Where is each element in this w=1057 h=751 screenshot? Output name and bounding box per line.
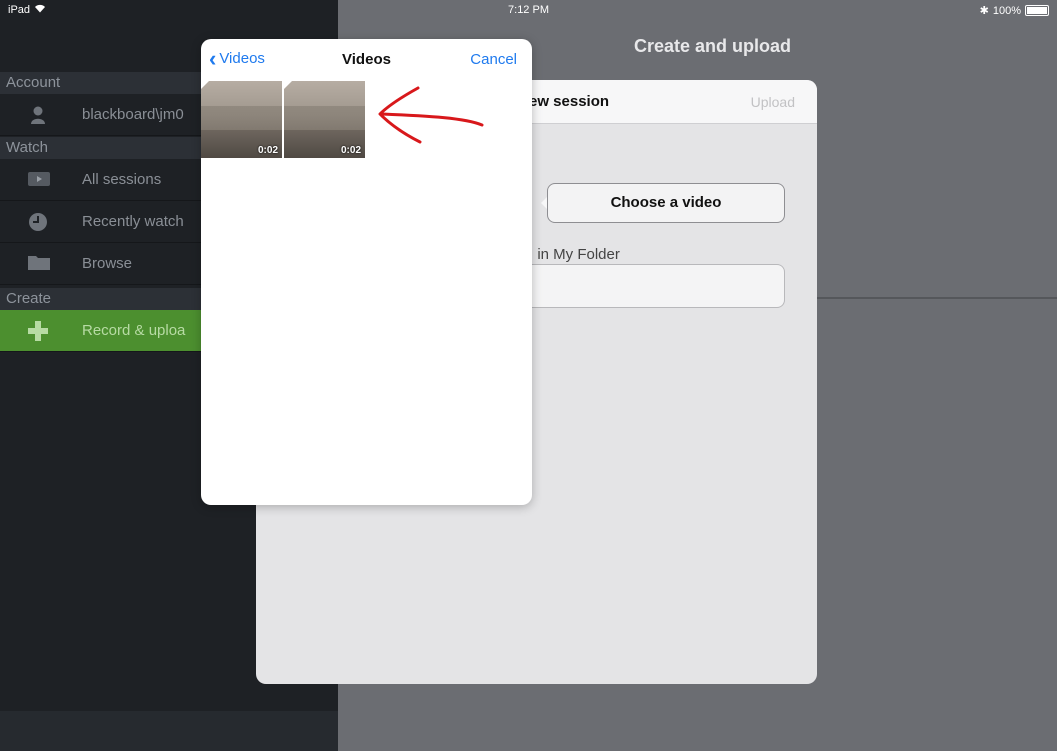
battery-icon [1025, 5, 1049, 16]
video-thumbnail[interactable]: 0:02 [284, 81, 365, 158]
bluetooth-icon: ✱ [979, 5, 989, 17]
card-title: ew session [529, 93, 610, 110]
plus-icon [28, 321, 48, 341]
sidebar-item-label: blackboard\jm0 [82, 106, 184, 123]
play-icon [28, 170, 50, 190]
upload-button[interactable]: Upload [751, 94, 795, 110]
status-time: 7:12 PM [508, 4, 549, 16]
user-icon [28, 105, 48, 125]
choose-video-button[interactable]: Choose a video [547, 183, 785, 223]
red-arrow-annotation [378, 86, 484, 144]
sidebar-item-label: Browse [82, 255, 133, 272]
sidebar-item-label: All sessions [82, 171, 162, 188]
cancel-button[interactable]: Cancel [470, 51, 517, 68]
folder-label: ı in My Folder [529, 246, 620, 263]
folder-field[interactable] [512, 264, 785, 308]
folder-icon [28, 254, 50, 274]
battery-percent: 100% [992, 4, 1021, 17]
clock-icon [28, 212, 48, 232]
sidebar-footer [0, 711, 338, 751]
status-bar: iPad 7:12 PM ✱ 100% [0, 0, 1057, 20]
video-duration: 0:02 [257, 145, 278, 156]
sidebar-item-label: Recently watch [82, 213, 184, 230]
video-duration: 0:02 [340, 145, 361, 156]
sidebar-item-label: Record & uploa [82, 322, 186, 339]
video-thumbnail[interactable]: 0:02 [201, 81, 282, 158]
picker-header: ‹ Videos Videos Cancel [201, 39, 532, 81]
divider [817, 297, 1057, 299]
